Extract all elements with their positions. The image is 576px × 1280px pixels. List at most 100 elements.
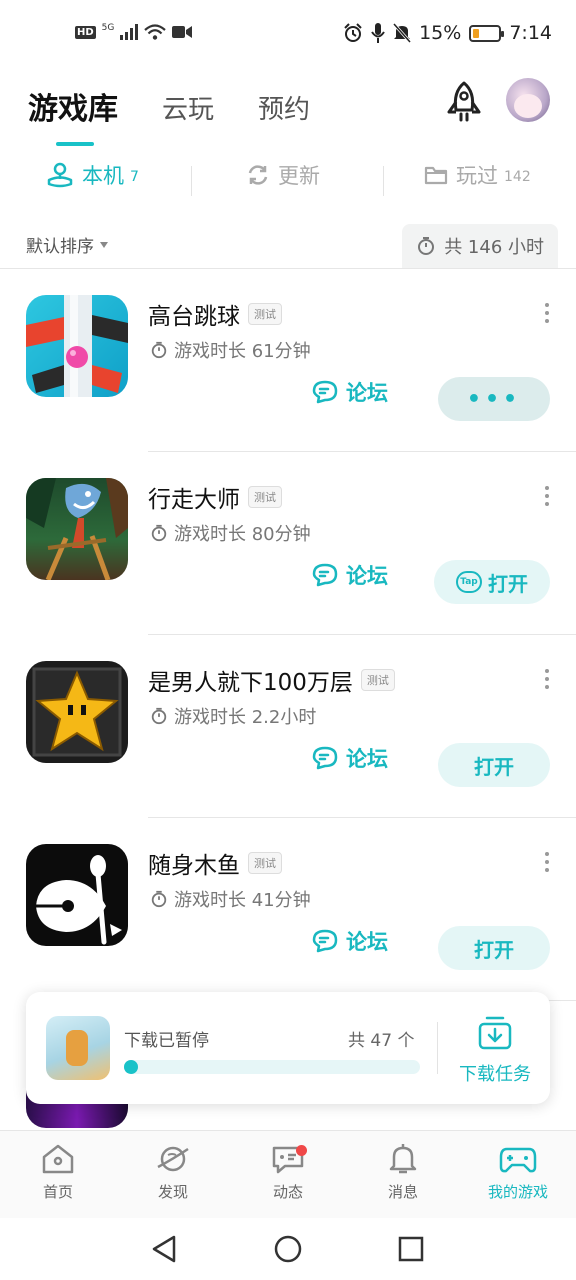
forum-label: 论坛 — [346, 930, 388, 954]
subtab-update[interactable]: 更新 — [246, 160, 320, 190]
clock: 7:14 — [509, 22, 552, 44]
wooden-fish-icon — [36, 855, 122, 945]
download-tasks-button[interactable]: 下载任务 — [450, 1012, 540, 1086]
nav-messages-label: 消息 — [387, 1183, 418, 1201]
game-title[interactable]: 行走大师 测试 — [148, 480, 282, 514]
download-tasks-label: 下载任务 — [459, 1064, 531, 1085]
test-badge: 测试 — [248, 486, 282, 508]
bell-icon — [389, 1144, 417, 1174]
divider — [191, 166, 192, 196]
game-name: 是男人就下100万层 — [148, 670, 353, 696]
subtab-played-label: 玩过 — [456, 164, 498, 188]
more-options-icon[interactable] — [544, 852, 550, 874]
forum-label: 论坛 — [346, 381, 388, 405]
forum-button[interactable]: 论坛 — [312, 560, 388, 590]
download-tray-icon — [478, 1016, 512, 1050]
more-dots: ••• — [466, 386, 522, 412]
more-actions-button[interactable]: ••• — [438, 377, 550, 421]
refresh-icon — [248, 165, 268, 185]
open-label: 打开 — [488, 571, 528, 596]
download-count: 共 47 个 — [348, 1031, 415, 1051]
nav-discover-label: 发现 — [157, 1183, 188, 1201]
total-playtime: 共 146 小时 — [402, 224, 558, 268]
subtab-played-count: 142 — [504, 169, 531, 185]
game-icon-helix-jump[interactable] — [26, 295, 128, 397]
home-circle-icon[interactable] — [273, 1234, 303, 1264]
game-playtime-text: 游戏时长 80分钟 — [174, 524, 311, 545]
game-playtime: 游戏时长 61分钟 — [150, 337, 311, 363]
partial-divider — [548, 1000, 576, 1001]
game-playtime-text: 游戏时长 41分钟 — [174, 890, 311, 911]
test-badge: 测试 — [360, 669, 395, 691]
divider — [437, 1022, 438, 1074]
game-playtime-text: 游戏时长 2.2小时 — [174, 707, 317, 728]
alarm-icon — [344, 23, 362, 42]
open-label: 打开 — [474, 754, 514, 779]
nav-discover[interactable]: 发现 — [123, 1143, 223, 1202]
tap-logo-icon: Tap — [456, 571, 482, 593]
pixel-star-icon — [32, 667, 122, 757]
timer-icon — [151, 707, 167, 725]
game-icon-walk-master[interactable] — [26, 478, 128, 580]
bottom-navigation: 首页 发现 动态 消息 我的游戏 — [0, 1130, 576, 1218]
more-options-icon[interactable] — [544, 669, 550, 691]
open-button[interactable]: Tap 打开 — [434, 560, 550, 604]
tab-cloud-play[interactable]: 云玩 — [162, 89, 214, 128]
game-icon-wooden-fish[interactable] — [26, 844, 128, 946]
game-title[interactable]: 是男人就下100万层 测试 — [148, 663, 395, 697]
download-game-thumbnail[interactable] — [46, 1016, 110, 1080]
planet-icon — [157, 1146, 189, 1172]
total-playtime-text: 共 146 小时 — [444, 237, 544, 258]
download-progress-fill — [124, 1060, 138, 1074]
forum-button[interactable]: 论坛 — [312, 377, 388, 407]
chat-bubble-icon — [312, 929, 338, 953]
test-badge: 测试 — [248, 852, 282, 874]
nav-home[interactable]: 首页 — [8, 1143, 108, 1202]
status-bar: HD 5G 15% 7:14 — [0, 0, 576, 70]
game-name: 随身木鱼 — [148, 853, 240, 879]
game-playtime-text: 游戏时长 61分钟 — [174, 341, 311, 362]
wifi-icon — [144, 24, 167, 40]
tab-game-library[interactable]: 游戏库 — [28, 84, 118, 146]
timer-icon — [418, 237, 435, 255]
notification-dot — [296, 1145, 307, 1156]
rocket-icon[interactable] — [444, 80, 484, 124]
open-label: 打开 — [474, 937, 514, 962]
nav-feed[interactable]: 动态 — [238, 1143, 338, 1202]
battery-icon — [469, 24, 505, 42]
device-filter-tabs: 本机 7 更新 玩过 142 — [0, 160, 576, 204]
recents-icon[interactable] — [397, 1235, 425, 1263]
nav-messages[interactable]: 消息 — [353, 1143, 453, 1202]
subtab-local-count: 7 — [130, 169, 139, 185]
game-row[interactable]: 是男人就下100万层 测试 游戏时长 2.2小时 论坛 打开 — [0, 635, 576, 818]
tab-reservation[interactable]: 预约 — [258, 89, 310, 128]
open-button[interactable]: 打开 — [438, 926, 550, 970]
battery-percent: 15% — [419, 22, 462, 44]
game-icon-100-floors[interactable] — [26, 661, 128, 763]
more-options-icon[interactable] — [544, 486, 550, 508]
forum-button[interactable]: 论坛 — [312, 926, 388, 956]
game-title[interactable]: 高台跳球 测试 — [148, 297, 282, 331]
back-icon[interactable] — [150, 1234, 178, 1264]
subtab-played[interactable]: 玩过 142 — [424, 160, 531, 190]
forum-button[interactable]: 论坛 — [312, 743, 388, 773]
sort-dropdown[interactable]: 默认排序 — [26, 232, 108, 257]
game-row[interactable]: 高台跳球 测试 游戏时长 61分钟 论坛 ••• — [0, 269, 576, 452]
game-row[interactable]: 行走大师 测试 游戏时长 80分钟 论坛 Tap 打开 — [0, 452, 576, 635]
game-row[interactable]: 随身木鱼 测试 游戏时长 41分钟 论坛 打开 — [0, 818, 576, 1001]
nav-my-games[interactable]: 我的游戏 — [468, 1143, 568, 1202]
more-options-icon[interactable] — [544, 303, 550, 325]
open-button[interactable]: 打开 — [438, 743, 550, 787]
subtab-local[interactable]: 本机 7 — [46, 160, 139, 190]
folder-icon — [424, 166, 448, 185]
game-playtime: 游戏时长 80分钟 — [150, 520, 311, 546]
shark-on-stilts-icon — [26, 478, 128, 580]
home-icon — [42, 1144, 74, 1174]
avatar[interactable] — [506, 78, 550, 122]
test-badge: 测试 — [248, 303, 282, 325]
game-title[interactable]: 随身木鱼 测试 — [148, 846, 282, 880]
helix-tower-icon — [26, 295, 128, 397]
mic-icon — [371, 23, 385, 43]
download-card[interactable]: 下载已暂停 共 47 个 下载任务 — [26, 992, 550, 1104]
timer-icon — [151, 890, 167, 908]
